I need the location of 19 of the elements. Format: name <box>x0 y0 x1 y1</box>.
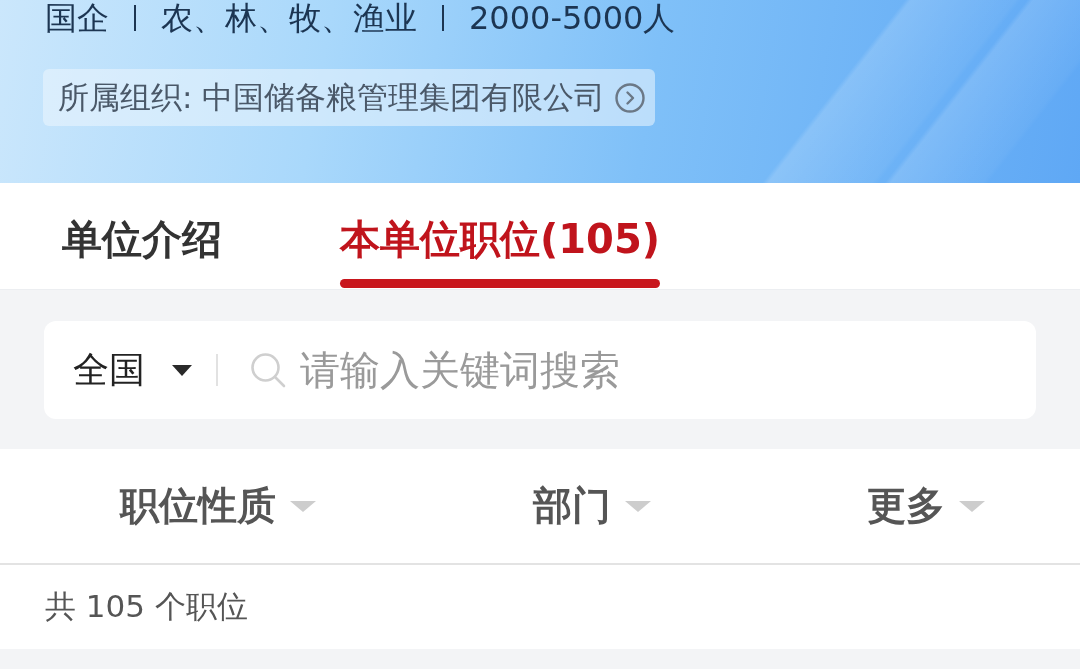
company-info-text: 国企 <box>45 0 109 36</box>
organization-link[interactable]: 所属组织: 中国储备粮管理集团有限公司 <box>43 69 656 126</box>
filter-dropdown[interactable]: 部门 <box>532 479 651 533</box>
caret-down-icon <box>959 500 985 512</box>
caret-down-icon <box>172 364 192 376</box>
caret-down-icon <box>290 500 316 512</box>
filter-dropdown[interactable]: 更多 <box>867 479 985 533</box>
tab[interactable]: 本单位职位(105) <box>340 215 661 288</box>
caret-down-icon <box>624 500 651 512</box>
region-dropdown[interactable]: 全国 <box>73 345 192 395</box>
filter-dropdown[interactable]: 职位性质 <box>120 479 316 533</box>
search-icon <box>250 352 286 388</box>
chevron-circle-icon <box>615 82 646 113</box>
search-bar[interactable]: 全国 请输入关键词搜索 <box>44 321 1036 419</box>
company-info-text: 2000-5000人 <box>469 0 676 36</box>
company-info-text: 农、林、牧、渔业 <box>161 0 417 36</box>
result-count-text: 共 105 个职位 <box>45 587 248 626</box>
tab[interactable]: 单位介绍 <box>62 215 222 288</box>
search-input[interactable]: 请输入关键词搜索 <box>300 340 1036 400</box>
